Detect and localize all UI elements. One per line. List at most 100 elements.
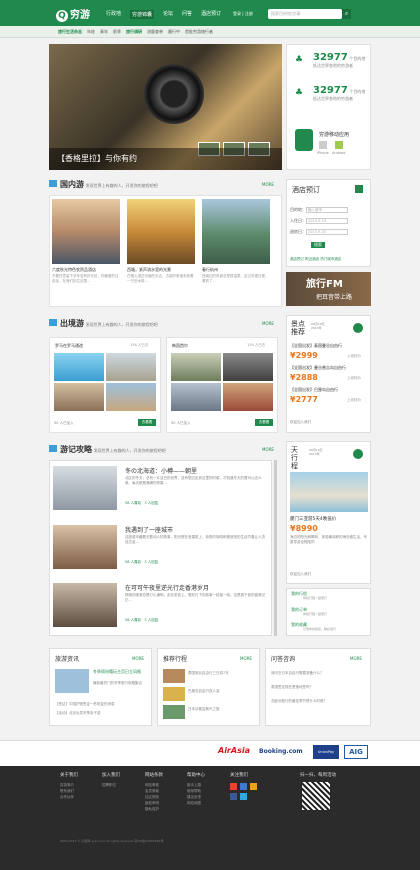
photo-street[interactable] <box>223 353 273 381</box>
scrollbar[interactable] <box>274 460 277 636</box>
main-nav: 行政地 穷游锦囊 论坛 问答 酒店预订 <box>106 10 221 19</box>
nav-item-guide[interactable]: 穷游锦囊 <box>130 10 155 19</box>
article-title[interactable]: 六度秋光特色农贸品酒店 <box>52 267 96 273</box>
nav-item-forum[interactable]: 论坛 <box>163 10 173 19</box>
photo-city[interactable] <box>202 199 270 264</box>
plan-thumb[interactable] <box>163 669 185 683</box>
nav-item-destination[interactable]: 行政地 <box>106 10 121 19</box>
site-logo[interactable]: Q 穷游 <box>56 6 90 22</box>
subnav-item[interactable]: 前季 <box>113 29 121 35</box>
apple-icon[interactable] <box>319 141 327 149</box>
deals-panel: 景点推荐 09月19日 2013年 【全国出发】泰国曼谷自由行 ¥2999 上线… <box>286 315 371 433</box>
article-desc: 西湖边的风景总是很温柔，走过苏堤白堤，看到了… <box>202 274 269 283</box>
guide-photo[interactable] <box>53 466 117 510</box>
qr-code <box>302 782 330 810</box>
hotel-title: 酒店预订 <box>292 186 320 194</box>
mobile-app-icon[interactable] <box>295 129 313 151</box>
search-icon[interactable]: ⌕ <box>342 9 351 19</box>
sub-nav: 旅行生活杂志 年轮 青年 前季 旅行调研 流量查单 最行中 首批穷游旅行者 <box>58 29 213 35</box>
guide-title[interactable]: 冬の北海道：小樽——朝里 <box>125 466 197 475</box>
footer-link[interactable]: 招聘职位 <box>102 782 116 788</box>
rss-footer-icon[interactable] <box>250 783 257 790</box>
deal-name[interactable]: 【全国出发】泰国曼谷自由行 <box>290 343 342 349</box>
refresh-icon[interactable] <box>353 323 363 333</box>
stat-count: 32977 <box>313 85 348 96</box>
partner-aig[interactable]: AIG <box>344 745 368 759</box>
subnav-item[interactable]: 首批穷游旅行者 <box>185 29 213 35</box>
outbound-header: 出境游 发现世界上有趣的人，开发你的旅程吧吧 <box>49 318 158 329</box>
photo-palace[interactable] <box>171 353 221 381</box>
photo-arch[interactable] <box>106 353 156 381</box>
search-input[interactable]: 搜索目的地/文章 <box>268 9 342 19</box>
guide-meta: 58 人喜欢 · 3 人回复 <box>125 618 159 622</box>
article-title[interactable]: 西塘，紧声流水里的光景 <box>127 267 171 273</box>
stats-panel: ♣ 32977 个目的地 抵达世界各地的穷游者 ♣ 32977 个目的地 抵达世界各… <box>286 44 371 170</box>
more-link[interactable]: MORE <box>262 447 274 452</box>
qq-icon[interactable] <box>240 783 247 790</box>
deal-name[interactable]: 【全国出发】巴厘岛自由行 <box>290 387 338 393</box>
plan-thumb[interactable] <box>163 687 185 701</box>
photo-train[interactable] <box>223 383 273 411</box>
checkout-input[interactable]: 2013-9-20 <box>306 229 348 235</box>
nav-item-hotel[interactable]: 酒店预订 <box>201 10 221 19</box>
twitter-icon[interactable] <box>240 793 247 800</box>
subnav-item[interactable]: 流量查单 <box>147 29 163 35</box>
subnav-item[interactable]: 年轮 <box>87 29 95 35</box>
footer-link[interactable]: 合作伙伴 <box>60 794 74 800</box>
more-link[interactable]: MORE <box>262 182 274 187</box>
destination-input[interactable]: 输入城市 <box>306 207 348 213</box>
hotel-search-button[interactable]: 搜索 <box>311 242 325 248</box>
news-panel: 旅游资讯 MORE 冬季缤纷嘻玩主页日立风格 最新最热门的冬季旅行攻略集合 【签… <box>49 648 152 726</box>
beach-photo[interactable] <box>290 472 368 512</box>
subnav-item[interactable]: 最行中 <box>168 29 180 35</box>
deal-name[interactable]: 【全国出发】曼谷普吉岛自由行 <box>290 365 346 371</box>
subnav-research[interactable]: 旅行调研 <box>126 29 142 35</box>
itinerary-name[interactable]: 厦门三亚游5天4晚低价 <box>290 516 336 522</box>
partner-airasia[interactable]: AirAsia <box>218 746 250 755</box>
footer-link[interactable]: 隐私保护 <box>145 806 159 812</box>
plan-thumb[interactable] <box>163 705 185 719</box>
news-photo[interactable] <box>55 669 89 693</box>
subnav-item[interactable]: 青年 <box>100 29 108 35</box>
photo-lake[interactable] <box>52 199 120 264</box>
register-link[interactable]: 注册 <box>245 11 253 16</box>
footer-link[interactable]: 网站地图 <box>187 800 201 806</box>
footprint-icon: ♣ <box>295 55 304 65</box>
guide-photo[interactable] <box>53 583 117 627</box>
photo-coast[interactable] <box>106 383 156 411</box>
checkin-input[interactable]: 2013-9-19 <box>306 218 348 224</box>
see-more-button[interactable]: 去看看 <box>255 419 273 426</box>
domestic-title: 国内游 <box>60 180 84 189</box>
plane-icon <box>49 319 57 326</box>
travel-fm-banner[interactable]: 旅行FM 把耳音带上路 <box>286 272 371 306</box>
hero-banner[interactable]: 【香格里拉】与你有约 <box>49 44 282 170</box>
hotel-links[interactable]: 酒店预订 附近酒店 热门城市酒店 <box>290 257 341 262</box>
partner-booking[interactable]: Booking.com <box>259 748 303 755</box>
article-title[interactable]: 春行杭州 <box>202 267 218 273</box>
photo-mountain[interactable] <box>171 383 221 411</box>
itinerary-price: ¥8990 <box>290 524 318 533</box>
plan-panel: 推荐行程 MORE 泰国曼谷自由行三日游7天 巴厘岛自由行双人游 日本京都赏枫叶… <box>157 648 260 726</box>
deal-price: ¥2888 <box>290 373 318 382</box>
guide-photo[interactable] <box>53 525 117 569</box>
guides-list: 冬の北海道：小樽——朝里 北区的冬天，总有一片洁白的世界，没有想过走到这里的时候… <box>49 460 272 636</box>
guide-title[interactable]: 在可可午夜里逆光行走香港岁月 <box>125 583 209 592</box>
rss-icon[interactable] <box>353 449 363 459</box>
itinerary-panel: 天行程 09月19日 2013年 厦门三亚游5天4晚低价 ¥8990 海边的阳光… <box>286 441 371 584</box>
weibo-icon[interactable] <box>230 783 237 790</box>
see-more-button[interactable]: 去看看 <box>138 419 156 426</box>
nav-item-qa[interactable]: 问答 <box>182 10 192 19</box>
photo-sea[interactable] <box>54 353 104 381</box>
partner-unionpay[interactable]: UnionPay <box>313 745 339 759</box>
photo-ruins[interactable] <box>54 383 104 411</box>
guide-title[interactable]: 我遇到了一座城市 <box>125 525 173 534</box>
more-link[interactable]: MORE <box>262 321 274 326</box>
app-title[interactable]: 穷游移动应用 <box>319 131 349 138</box>
login-link[interactable]: 登录 <box>233 11 241 16</box>
article-desc: 不要任意留下多年没有好去处，你最爱的往前走，在我们的生活里… <box>52 274 119 283</box>
android-icon[interactable] <box>335 141 343 149</box>
facebook-icon[interactable] <box>230 793 237 800</box>
subnav-magazine[interactable]: 旅行生活杂志 <box>58 29 82 35</box>
photo-autumn-road[interactable] <box>127 199 195 264</box>
triangle-icon <box>49 180 57 187</box>
